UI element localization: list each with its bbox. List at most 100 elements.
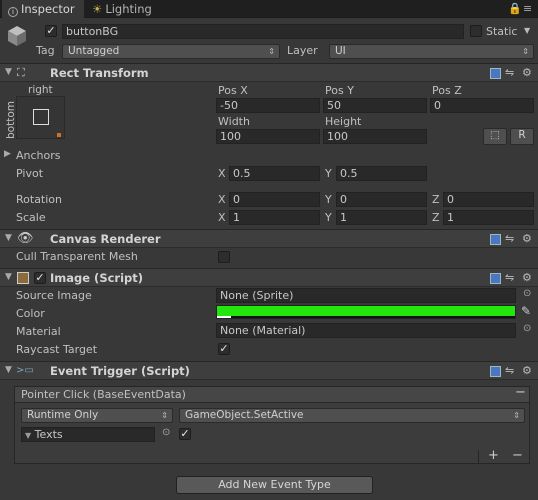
- remove-listener-button[interactable]: −: [512, 448, 523, 463]
- eye-icon: 👁: [17, 231, 34, 246]
- collapse-triangle-icon[interactable]: ▼: [5, 272, 12, 282]
- scale-y-field[interactable]: 1: [336, 210, 427, 225]
- gameobject-icon: ▼: [25, 431, 32, 440]
- object-picker-icon[interactable]: ⊙: [523, 323, 531, 334]
- blueprint-mode-button[interactable]: ⬚: [483, 128, 507, 145]
- remove-event-button[interactable]: −: [515, 385, 526, 400]
- collapse-triangle-icon[interactable]: ▼: [5, 365, 12, 375]
- settings-icon[interactable]: ⚙: [522, 232, 532, 245]
- add-listener-button[interactable]: +: [488, 448, 499, 463]
- pos-y-field[interactable]: 50: [323, 98, 427, 113]
- height-field[interactable]: 100: [323, 129, 427, 144]
- image-component-icon: [17, 272, 29, 284]
- target-object-field[interactable]: ▼ Texts: [21, 427, 155, 442]
- scale-x-field[interactable]: 1: [229, 210, 320, 225]
- event-trigger-header[interactable]: ▼ >▭ Event Trigger (Script) ⇋ ⚙: [0, 361, 538, 380]
- function-dropdown[interactable]: GameObject.SetActive ⇕: [179, 408, 525, 423]
- canvas-renderer-header[interactable]: ▼ 👁 Canvas Renderer ⇋ ⚙: [0, 229, 538, 248]
- anchors-label[interactable]: Anchors: [16, 149, 61, 162]
- raw-edit-label: R: [518, 129, 526, 141]
- raw-edit-button[interactable]: R: [510, 128, 534, 145]
- updown-icon: ⇕: [161, 411, 168, 420]
- pivot-y-field[interactable]: 0.5: [336, 166, 427, 181]
- rotation-x-axis: X: [218, 193, 226, 206]
- help-icon[interactable]: [490, 68, 501, 79]
- width-label: Width: [218, 115, 250, 128]
- lock-icon[interactable]: 🔒: [508, 2, 522, 15]
- rotation-label: Rotation: [16, 193, 63, 206]
- add-new-event-type-button[interactable]: Add New Event Type: [176, 476, 373, 494]
- help-icon[interactable]: [490, 234, 501, 245]
- blueprint-icon: ⬚: [490, 129, 500, 141]
- updown-icon: ⇕: [522, 47, 529, 56]
- pivot-label: Pivot: [16, 167, 44, 180]
- event-trigger-title: Event Trigger (Script): [50, 364, 190, 378]
- alpha-bar-bg: [217, 316, 515, 318]
- setactive-checkbox[interactable]: ✓: [179, 428, 191, 440]
- rotation-y-field[interactable]: 0: [336, 192, 427, 207]
- preset-icon[interactable]: ⇋: [505, 364, 514, 377]
- scale-z-field[interactable]: 1: [443, 210, 534, 225]
- function-value: GameObject.SetActive: [185, 409, 304, 421]
- updown-icon: ⇕: [513, 411, 520, 420]
- raycast-target-checkbox[interactable]: ✓: [218, 343, 230, 355]
- scale-z-axis: Z: [432, 211, 440, 224]
- rotation-z-field[interactable]: 0: [443, 192, 534, 207]
- pos-y-label: Pos Y: [325, 84, 354, 97]
- settings-icon[interactable]: ⚙: [522, 364, 532, 377]
- image-script-header[interactable]: ▼ ✓ Image (Script) ⇋ ⚙: [0, 268, 538, 287]
- gameobject-cube-icon: [6, 24, 28, 48]
- preset-icon[interactable]: ⇋: [505, 232, 514, 245]
- pos-z-field[interactable]: 0: [430, 98, 534, 113]
- pivot-y-axis: Y: [325, 167, 332, 180]
- object-picker-icon[interactable]: ⊙: [162, 427, 170, 438]
- layer-dropdown[interactable]: UI ⇕: [329, 44, 534, 59]
- pos-z-label: Pos Z: [432, 84, 462, 97]
- lighting-icon: ☀: [92, 2, 103, 16]
- preset-icon[interactable]: ⇋: [505, 271, 514, 284]
- anchors-expand-icon[interactable]: ▶: [4, 149, 11, 159]
- runtime-dropdown[interactable]: Runtime Only ⇕: [21, 408, 173, 423]
- settings-icon[interactable]: ⚙: [522, 271, 532, 284]
- source-image-field[interactable]: None (Sprite): [216, 288, 516, 303]
- width-field[interactable]: 100: [216, 129, 320, 144]
- tag-dropdown[interactable]: Untagged ⇕: [62, 44, 280, 59]
- cull-transparent-checkbox[interactable]: [218, 251, 230, 263]
- tab-lighting[interactable]: ☀ Lighting: [86, 0, 166, 18]
- tag-label: Tag: [36, 44, 55, 57]
- rotation-z-axis: Z: [432, 193, 440, 206]
- scale-x-axis: X: [218, 211, 226, 224]
- rect-transform-header[interactable]: ▼ ⛶ Rect Transform ⇋ ⚙: [0, 63, 538, 82]
- collapse-triangle-icon[interactable]: ▼: [5, 67, 12, 77]
- active-checkbox[interactable]: ✓: [45, 25, 57, 37]
- pivot-x-axis: X: [218, 167, 226, 180]
- height-label: Height: [325, 115, 362, 128]
- list-footer: + −: [478, 448, 530, 464]
- pos-x-field[interactable]: -50: [216, 98, 320, 113]
- anchor-presets-button[interactable]: [16, 96, 65, 139]
- rotation-x-field[interactable]: 0: [229, 192, 320, 207]
- object-name-field[interactable]: buttonBG: [62, 24, 464, 39]
- static-checkbox[interactable]: [470, 25, 482, 37]
- scale-label: Scale: [16, 211, 46, 224]
- rotation-y-axis: Y: [325, 193, 332, 206]
- material-field[interactable]: None (Material): [216, 323, 516, 338]
- pivot-x-field[interactable]: 0.5: [229, 166, 320, 181]
- object-picker-icon[interactable]: ⊙: [523, 288, 531, 299]
- settings-icon[interactable]: ⚙: [522, 66, 532, 79]
- help-icon[interactable]: [490, 273, 501, 284]
- info-icon: i: [8, 7, 18, 17]
- image-enabled-checkbox[interactable]: ✓: [34, 272, 46, 284]
- material-label: Material: [16, 325, 61, 338]
- help-icon[interactable]: [490, 366, 501, 377]
- event-header-bar: Pointer Click (BaseEventData) −: [15, 385, 529, 403]
- menu-icon[interactable]: ≡: [523, 2, 532, 15]
- static-dropdown-arrow-icon[interactable]: ▼: [524, 26, 530, 35]
- raycast-target-label: Raycast Target: [16, 343, 98, 356]
- tab-inspector[interactable]: i Inspector: [2, 0, 84, 18]
- color-field[interactable]: [216, 305, 516, 319]
- collapse-triangle-icon[interactable]: ▼: [5, 233, 12, 243]
- pos-x-label: Pos X: [218, 84, 248, 97]
- preset-icon[interactable]: ⇋: [505, 66, 514, 79]
- eyedropper-icon[interactable]: ✎: [521, 304, 531, 318]
